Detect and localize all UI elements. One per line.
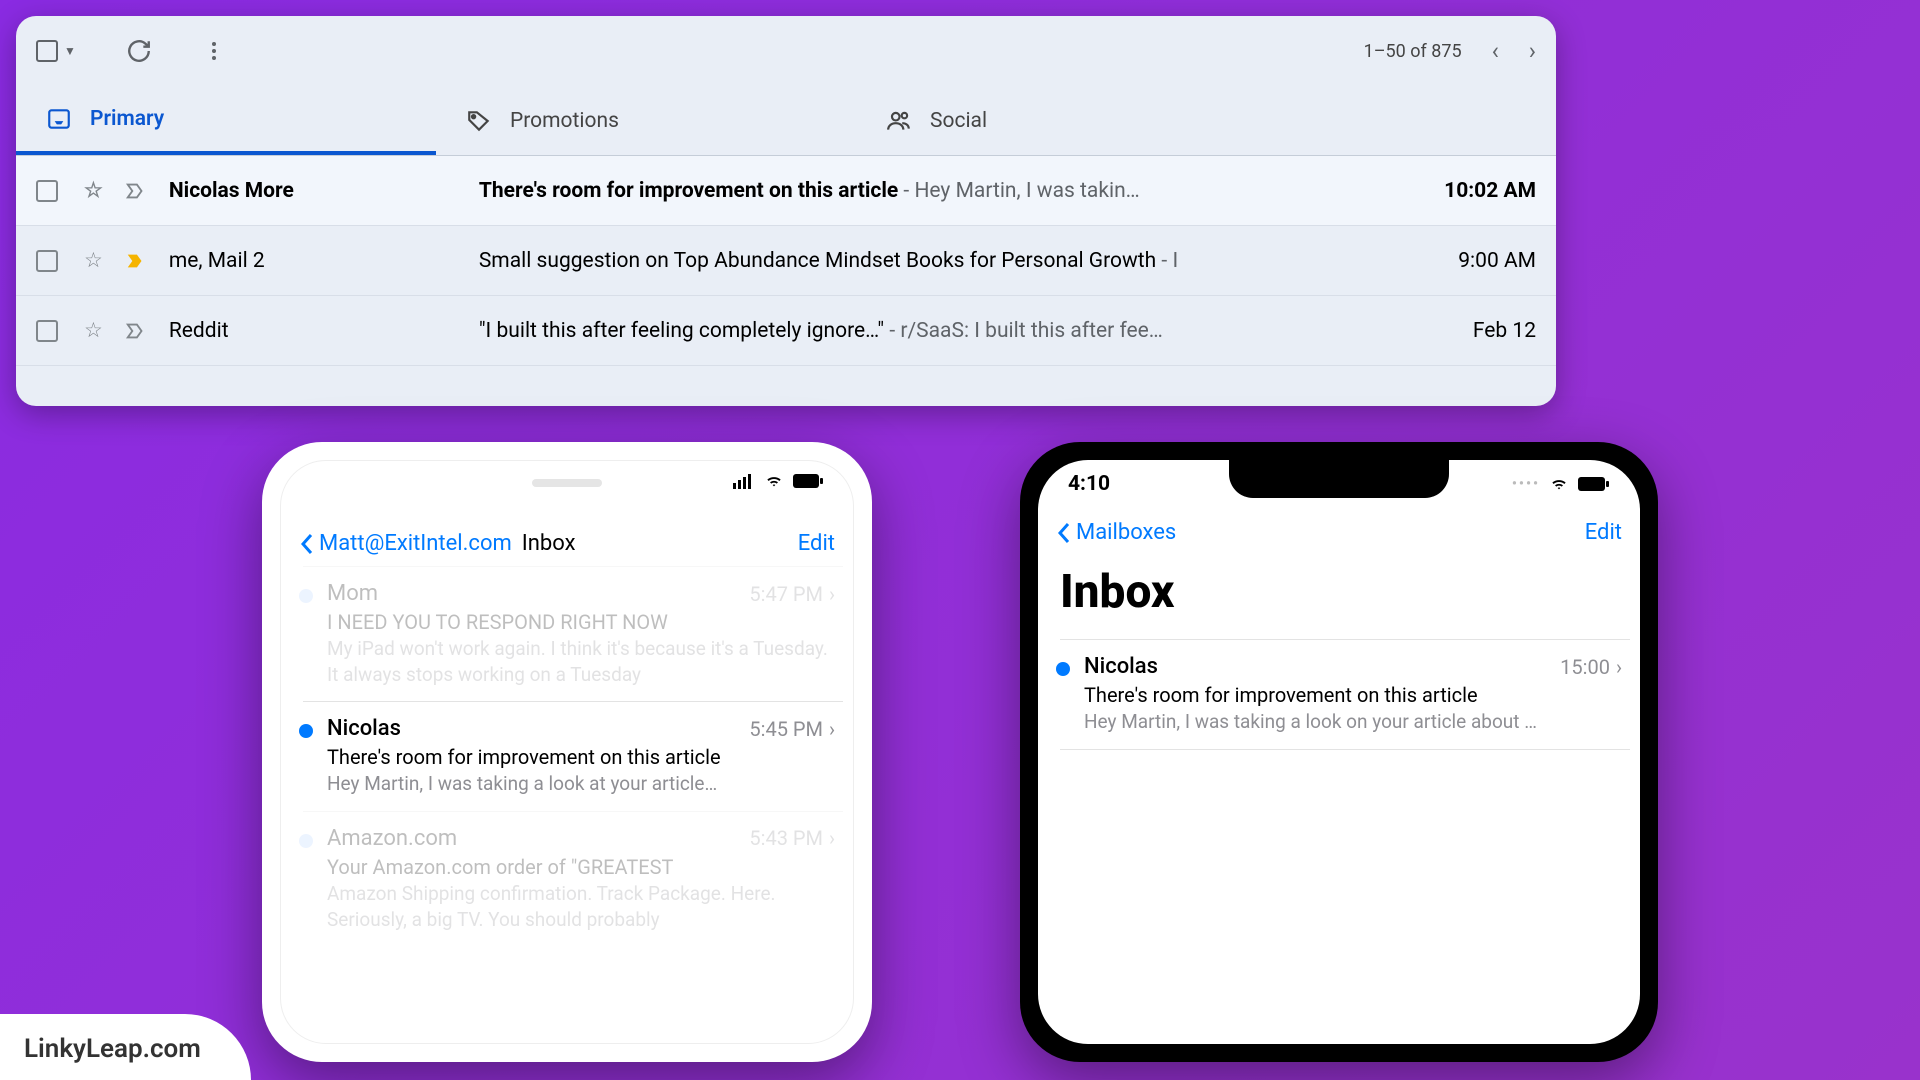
row-checkbox[interactable] — [36, 180, 58, 202]
signal-dots: •••• — [1512, 476, 1540, 492]
phone-mockup-1: Matt@ExitIntel.com Inbox Edit Mom 5:47 PM… — [262, 442, 872, 1062]
people-icon — [886, 108, 912, 134]
mail-sender: Amazon.com — [327, 826, 457, 851]
battery-icon — [793, 473, 823, 489]
unread-dot — [299, 834, 313, 848]
row-sender: Reddit — [169, 319, 479, 343]
signal-icon — [733, 473, 755, 489]
mail-list: Mom 5:47 PM › I NEED YOU TO RESPOND RIGHT… — [281, 566, 853, 946]
importance-icon[interactable] — [125, 180, 147, 202]
row-sender: me, Mail 2 — [169, 249, 479, 273]
email-row[interactable]: ☆ Nicolas More There's room for improvem… — [16, 156, 1556, 226]
battery-icon — [1578, 476, 1610, 492]
back-button[interactable]: Matt@ExitIntel.com Inbox — [299, 531, 576, 556]
watermark: LinkyLeap.com — [0, 1014, 251, 1080]
mail-time: 5:47 PM › — [749, 582, 835, 606]
refresh-icon[interactable] — [126, 38, 152, 64]
tab-label: Primary — [90, 107, 164, 131]
mail-preview: Hey Martin, I was taking a look at your … — [327, 771, 835, 797]
email-row[interactable]: ☆ me, Mail 2 Small suggestion on Top Abu… — [16, 226, 1556, 296]
edit-button[interactable]: Edit — [798, 531, 835, 556]
row-sender: Nicolas More — [169, 179, 479, 203]
gmail-tabs: Primary Promotions Social — [16, 86, 1556, 156]
mail-nav: Matt@ExitIntel.com Inbox Edit — [281, 521, 853, 566]
gmail-toolbar: ▼ 1–50 of 875 ‹ › — [16, 16, 1556, 86]
mail-preview: Amazon Shipping confirmation. Track Pack… — [327, 881, 835, 932]
mail-subject: There's room for improvement on this art… — [1084, 683, 1622, 707]
gmail-rows: ☆ Nicolas More There's room for improvem… — [16, 156, 1556, 366]
star-icon[interactable]: ☆ — [84, 318, 103, 343]
row-time: 10:02 AM — [1396, 179, 1536, 203]
mail-subject: I NEED YOU TO RESPOND RIGHT NOW — [327, 610, 835, 634]
mail-time: 15:00 › — [1560, 655, 1622, 679]
inbox-icon — [46, 106, 72, 132]
edit-button[interactable]: Edit — [1585, 520, 1622, 545]
nav-title: Inbox — [522, 531, 576, 556]
mail-subject: Your Amazon.com order of "GREATEST — [327, 855, 835, 879]
row-subject: There's room for improvement on this art… — [479, 179, 1396, 203]
importance-icon[interactable] — [125, 250, 147, 272]
select-all-checkbox[interactable] — [36, 40, 58, 62]
wifi-icon — [763, 473, 785, 489]
mail-item[interactable]: Nicolas 15:00 › There's room for improvem… — [1060, 639, 1630, 749]
mail-time: 5:45 PM › — [749, 717, 835, 741]
tab-label: Social — [930, 109, 987, 133]
status-bar: 4:10 •••• — [1038, 472, 1640, 496]
row-time: Feb 12 — [1396, 319, 1536, 343]
row-subject: Small suggestion on Top Abundance Mindse… — [479, 249, 1396, 273]
star-icon[interactable]: ☆ — [84, 248, 103, 273]
clock: 4:10 — [1068, 472, 1110, 496]
mail-sender: Nicolas — [327, 716, 401, 741]
pager-label: 1–50 of 875 — [1364, 41, 1462, 62]
unread-dot — [1056, 662, 1070, 676]
mail-sender: Nicolas — [1084, 654, 1158, 679]
mail-time: 5:43 PM › — [749, 826, 835, 850]
mail-item[interactable]: Mom 5:47 PM › I NEED YOU TO RESPOND RIGHT… — [303, 566, 843, 701]
row-checkbox[interactable] — [36, 320, 58, 342]
gmail-panel: ▼ 1–50 of 875 ‹ › Primary Promotions — [16, 16, 1556, 406]
row-checkbox[interactable] — [36, 250, 58, 272]
mail-sender: Mom — [327, 581, 378, 606]
inbox-title: Inbox — [1038, 555, 1640, 639]
importance-icon[interactable] — [125, 320, 147, 342]
wifi-icon — [1548, 476, 1570, 492]
mail-subject: There's room for improvement on this art… — [327, 745, 835, 769]
mail-preview: My iPad won't work again. I think it's b… — [327, 636, 835, 687]
back-label: Matt@ExitIntel.com — [319, 531, 512, 556]
phone-mockup-2: 4:10 •••• Mailboxes Edit Inbox — [1020, 442, 1658, 1062]
mail-item[interactable]: Amazon.com 5:43 PM › Your Amazon.com orde… — [303, 811, 843, 946]
row-time: 9:00 AM — [1396, 249, 1536, 273]
mail-list: Nicolas 15:00 › There's room for improvem… — [1038, 639, 1640, 1044]
back-label: Mailboxes — [1076, 520, 1176, 545]
next-page-icon[interactable]: › — [1529, 37, 1536, 65]
star-icon[interactable]: ☆ — [84, 178, 103, 203]
more-icon[interactable] — [202, 39, 226, 63]
tab-promotions[interactable]: Promotions — [436, 86, 856, 155]
tab-primary[interactable]: Primary — [16, 86, 436, 155]
prev-page-icon[interactable]: ‹ — [1492, 37, 1499, 65]
mail-preview: Hey Martin, I was taking a look on your … — [1084, 709, 1622, 735]
mail-nav: Mailboxes Edit — [1038, 510, 1640, 555]
unread-dot — [299, 589, 313, 603]
back-button[interactable]: Mailboxes — [1056, 520, 1176, 545]
pager: 1–50 of 875 ‹ › — [1364, 37, 1536, 65]
tag-icon — [466, 108, 492, 134]
tab-social[interactable]: Social — [856, 86, 1276, 155]
tab-label: Promotions — [510, 109, 619, 133]
select-dropdown[interactable]: ▼ — [64, 44, 76, 58]
row-subject: "I built this after feeling completely i… — [479, 319, 1396, 343]
email-row[interactable]: ☆ Reddit "I built this after feeling com… — [16, 296, 1556, 366]
empty-space — [1060, 749, 1630, 1044]
status-bar — [281, 473, 853, 489]
mail-item[interactable]: Nicolas 5:45 PM › There's room for improv… — [303, 701, 843, 811]
